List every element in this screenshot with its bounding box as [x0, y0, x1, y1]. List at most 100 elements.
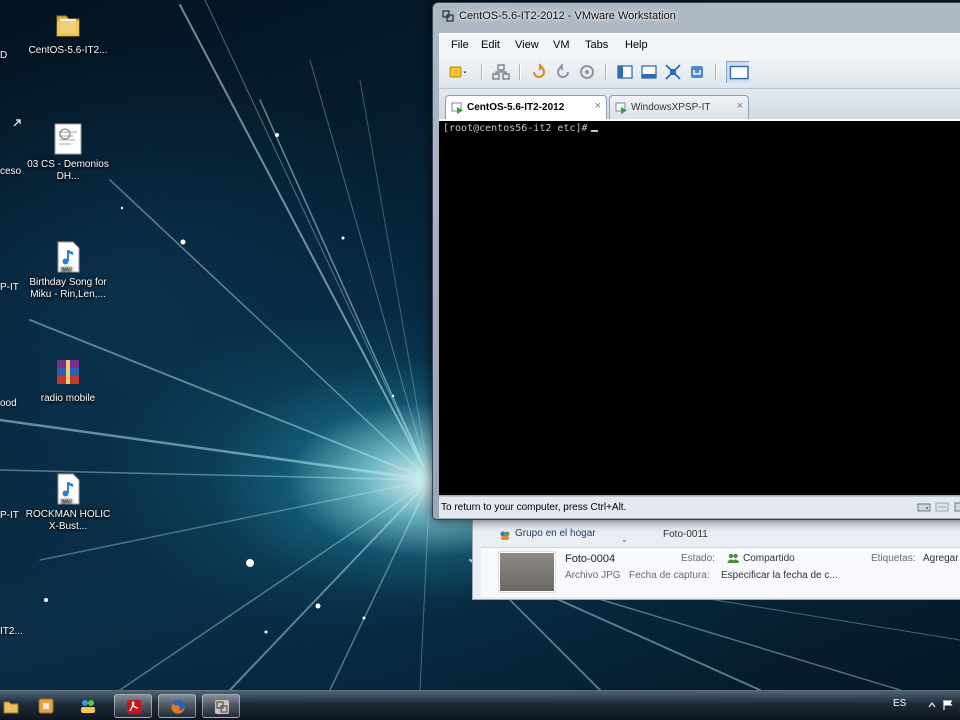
- tab-label: WindowsXPSP-IT: [631, 102, 711, 113]
- revert-snapshot-icon[interactable]: [553, 62, 573, 82]
- text-cursor: [590, 130, 598, 132]
- network-icon[interactable]: [491, 62, 511, 82]
- vm-console[interactable]: [root@centos56-it2 etc]#: [439, 119, 960, 495]
- toolbar-separator: [605, 64, 606, 80]
- quick-switch-icon[interactable]: [639, 62, 659, 82]
- photo-thumbnail: [499, 552, 555, 592]
- state-value: Compartido: [743, 553, 795, 564]
- status-message: To return to your computer, press Ctrl+A…: [441, 502, 627, 513]
- taskbar-explorer-button[interactable]: [0, 694, 24, 718]
- console-view-icon[interactable]: [725, 61, 749, 83]
- desktop-icon-label-cut[interactable]: P-IT: [0, 282, 19, 293]
- menu-vm[interactable]: VM: [553, 39, 570, 51]
- tags-value[interactable]: Agregar: [923, 553, 959, 564]
- shortcut-arrow-icon: [13, 119, 21, 127]
- vm-running-icon: [615, 102, 627, 114]
- toolbar: [439, 55, 960, 89]
- chevron-down-icon[interactable]: ⌄: [621, 535, 628, 544]
- vmware-logo-icon: [442, 10, 454, 22]
- file-type: Archivo JPG: [565, 570, 621, 581]
- menu-tabs[interactable]: Tabs: [585, 39, 608, 51]
- network-adapter-icon[interactable]: [935, 501, 949, 513]
- firefox-icon: [171, 700, 185, 714]
- adobe-reader-icon: [127, 700, 141, 714]
- desktop-icon-centos-folder[interactable]: CentOS-5.6-IT2...: [20, 8, 116, 57]
- application-icon: [38, 698, 54, 714]
- tab-label: CentOS-5.6-IT2-2012: [467, 102, 565, 113]
- tab-centos[interactable]: CentOS-5.6-IT2-2012 ×: [445, 95, 607, 119]
- taskbar-network-button[interactable]: [72, 694, 104, 718]
- action-center-flag-icon[interactable]: [942, 699, 954, 711]
- network-users-icon: [81, 700, 95, 713]
- show-library-icon[interactable]: [615, 62, 635, 82]
- snapshot-icon[interactable]: [529, 62, 549, 82]
- vmware-logo-icon: [215, 700, 229, 714]
- capture-date-value[interactable]: Especificar la fecha de c...: [721, 570, 838, 581]
- photo-item-label[interactable]: Foto-0011: [663, 529, 708, 540]
- desktop-icon-label-cut[interactable]: P-IT: [0, 510, 19, 521]
- audio-file-icon: WAV: [57, 241, 80, 273]
- taskbar-app-button[interactable]: [30, 694, 62, 718]
- menu-file[interactable]: File: [451, 39, 469, 51]
- desktop-icon-label-cut[interactable]: ood: [0, 398, 17, 409]
- dropdown-arrow-icon[interactable]: [463, 62, 473, 82]
- state-label: Estado:: [681, 553, 715, 564]
- vm-tab-strip: CentOS-5.6-IT2-2012 × WindowsXPSP-IT ×: [439, 89, 960, 119]
- usb-device-icon[interactable]: [953, 501, 960, 513]
- tab-windowsxp[interactable]: WindowsXPSP-IT ×: [609, 95, 749, 119]
- vmware-window[interactable]: CentOS-5.6-IT2-2012 - VMware Workstation…: [432, 2, 960, 520]
- winrar-archive-icon: [57, 360, 79, 384]
- desktop-icon-label: radio mobile: [40, 393, 96, 404]
- shared-users-icon: [727, 553, 739, 563]
- nav-item-homegroup[interactable]: Grupo en el hogar: [515, 528, 596, 539]
- menu-view[interactable]: View: [515, 39, 539, 51]
- vm-running-icon: [451, 102, 463, 114]
- taskbar: ES: [0, 690, 960, 720]
- capture-date-label: Fecha de captura:: [629, 570, 710, 581]
- desktop-icon-demonios[interactable]: 03 CS - Demonios DH...: [20, 122, 116, 183]
- taskbar-firefox-button[interactable]: [158, 694, 196, 718]
- taskbar-pdf-button[interactable]: [114, 694, 152, 718]
- menu-edit[interactable]: Edit: [481, 39, 500, 51]
- desktop-icon-label: Birthday Song for Miku - Rin,Len,...: [29, 277, 107, 300]
- window-titlebar[interactable]: CentOS-5.6-IT2-2012 - VMware Workstation: [433, 3, 960, 31]
- taskbar-vmware-button[interactable]: [202, 694, 240, 718]
- full-screen-icon[interactable]: [663, 62, 683, 82]
- tags-label: Etiquetas:: [871, 553, 916, 564]
- hard-disk-icon[interactable]: [917, 501, 931, 513]
- toolbar-separator: [715, 64, 716, 80]
- audio-file-icon: WAV: [57, 473, 80, 505]
- desktop-icon-label-cut[interactable]: IT2...: [0, 626, 23, 637]
- language-indicator[interactable]: ES: [893, 698, 906, 709]
- desktop-icon-rockman[interactable]: WAV ROCKMAN HOLIC X-Bust...: [20, 472, 116, 533]
- svg-text:WAV: WAV: [61, 267, 73, 273]
- folder-icon: [3, 701, 19, 714]
- folder-icon: [56, 15, 80, 37]
- svg-text:WAV: WAV: [61, 499, 73, 505]
- desktop-icon-radio-mobile[interactable]: radio mobile: [20, 356, 116, 405]
- desktop-icon-label-cut[interactable]: D: [0, 50, 7, 61]
- homegroup-icon: [500, 531, 510, 540]
- status-bar: To return to your computer, press Ctrl+A…: [439, 496, 960, 518]
- desktop-icon-label: CentOS-5.6-IT2...: [28, 45, 108, 56]
- explorer-window[interactable]: Grupo en el hogar ⌄ Foto-0011 Foto-0004 …: [472, 512, 960, 600]
- toolbar-separator: [481, 64, 482, 80]
- show-hidden-icons-icon[interactable]: [926, 699, 938, 711]
- unity-icon[interactable]: [687, 62, 707, 82]
- details-pane: Foto-0004 Archivo JPG Fecha de captura: …: [481, 547, 960, 597]
- file-name: Foto-0004: [565, 553, 616, 565]
- document-icon: [54, 123, 82, 155]
- desktop-icon-label-cut[interactable]: ceso: [0, 166, 21, 177]
- window-title: CentOS-5.6-IT2-2012 - VMware Workstation: [459, 10, 676, 22]
- toolbar-separator: [519, 64, 520, 80]
- close-icon[interactable]: ×: [737, 100, 743, 112]
- desktop-icon-label: ROCKMAN HOLIC X-Bust...: [25, 509, 111, 532]
- explorer-navigation-pane: Grupo en el hogar ⌄: [481, 519, 631, 545]
- menu-bar: File Edit View VM Tabs Help: [439, 33, 960, 55]
- desktop-icon-label: 03 CS - Demonios DH...: [27, 159, 109, 182]
- desktop-icon-birthday-song[interactable]: WAV Birthday Song for Miku - Rin,Len,...: [20, 240, 116, 301]
- close-icon[interactable]: ×: [595, 100, 601, 112]
- prompt-text: [root@centos56-it2 etc]#: [443, 123, 588, 134]
- snapshot-manager-icon[interactable]: [577, 62, 597, 82]
- menu-help[interactable]: Help: [625, 39, 648, 51]
